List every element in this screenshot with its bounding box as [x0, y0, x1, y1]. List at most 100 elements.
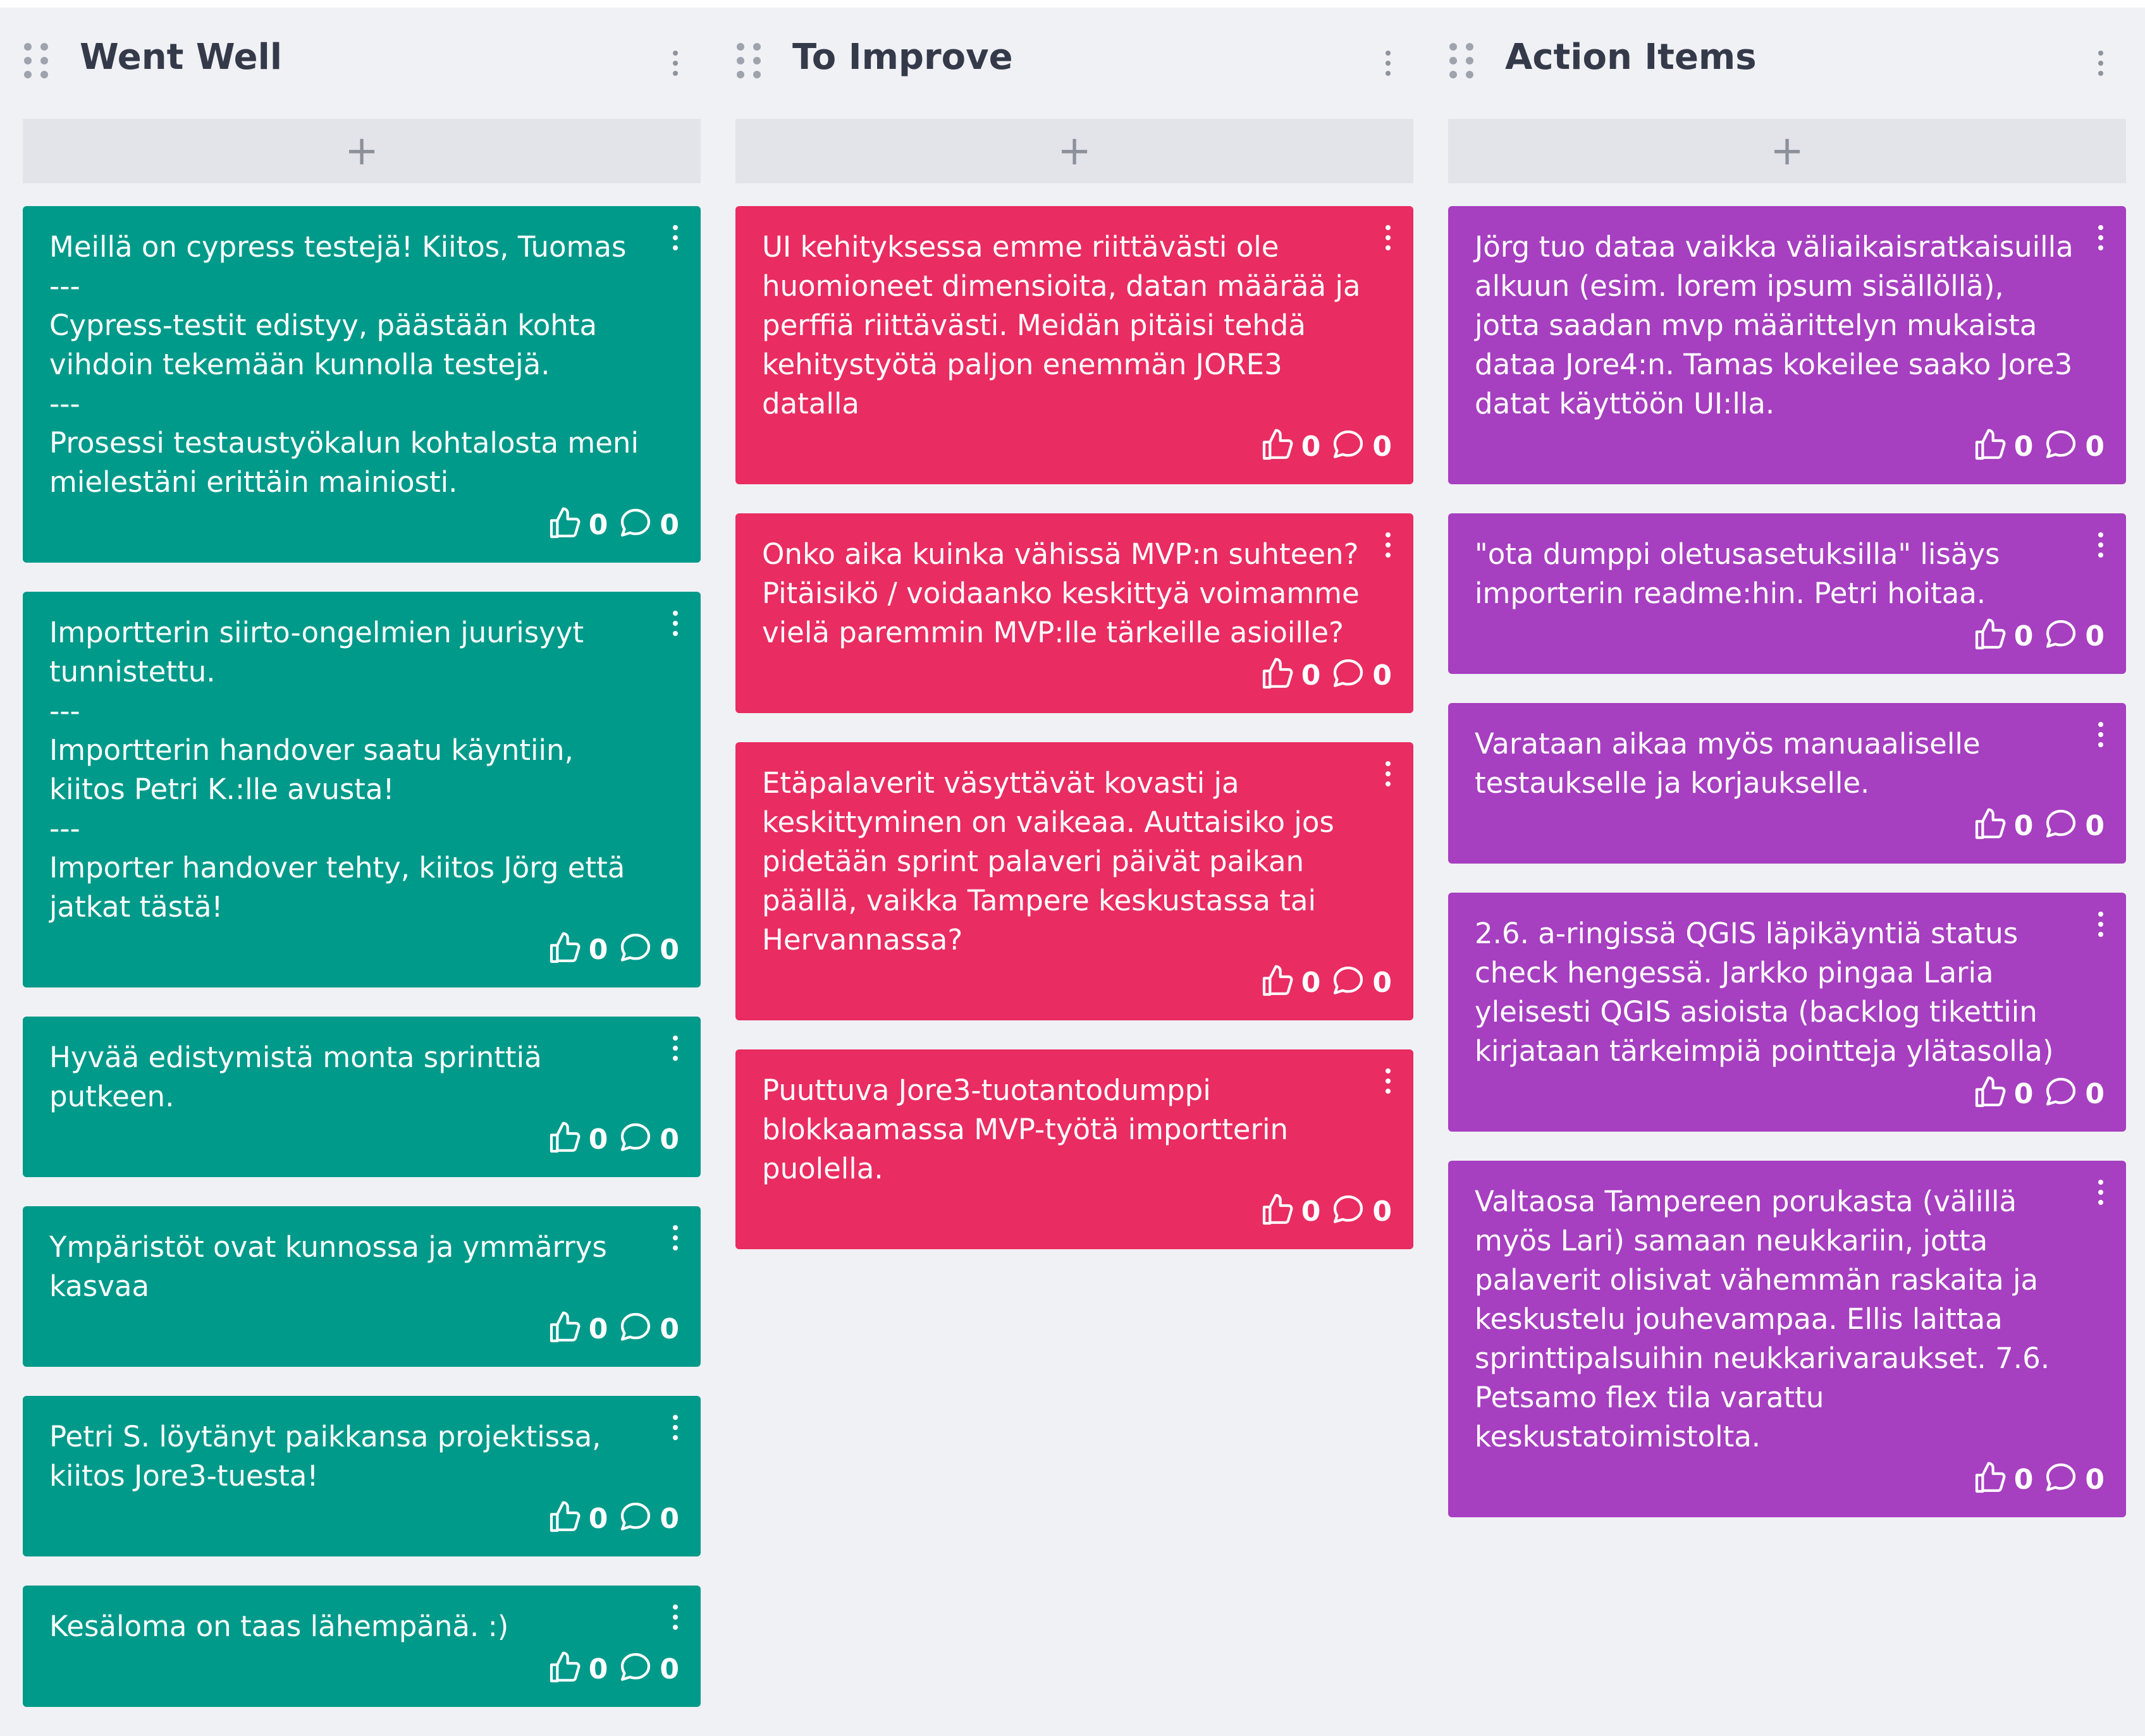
retro-card[interactable]: Kesäloma on taas lähempänä. :) 0 0 — [23, 1586, 701, 1707]
retro-card[interactable]: Onko aika kuinka vähissä MVP:n suhteen? … — [735, 513, 1413, 713]
card-menu-icon[interactable] — [669, 225, 682, 253]
retro-card[interactable]: Ympäristöt ovat kunnossa ja ymmärrys kas… — [23, 1206, 701, 1367]
card-footer: 00 — [762, 1192, 1392, 1230]
like-button[interactable]: 0 — [547, 506, 608, 544]
like-button[interactable]: 0 — [1972, 1460, 2033, 1498]
like-button[interactable]: 0 — [1260, 1192, 1321, 1230]
retro-card[interactable]: Meillä on cypress testejä! Kiitos, Tuoma… — [23, 206, 701, 563]
column-menu-icon[interactable] — [1382, 51, 1394, 78]
card-menu-icon[interactable] — [2094, 532, 2107, 560]
card-footer: 00 — [1475, 1075, 2105, 1113]
retro-card[interactable]: Etäpalaverit väsyttävät kovasti ja keski… — [735, 742, 1413, 1020]
retro-card[interactable]: Valtaosa Tampereen porukasta (välillä my… — [1448, 1161, 2126, 1517]
card-menu-icon[interactable] — [669, 611, 682, 639]
retro-card[interactable]: Petri S. löytänyt paikkansa projektissa,… — [23, 1396, 701, 1556]
comment-button[interactable]: 0 — [618, 931, 679, 969]
drag-handle-icon[interactable] — [737, 43, 765, 78]
drag-handle-icon[interactable] — [24, 43, 52, 78]
add-card-button[interactable]: + — [23, 119, 701, 183]
comment-bubble-icon — [618, 1120, 653, 1158]
retro-card[interactable]: Puuttuva Jore3-tuotantodumppi blokkaamas… — [735, 1049, 1413, 1249]
card-menu-icon[interactable] — [1382, 1068, 1394, 1096]
thumbs-up-icon — [1260, 656, 1295, 694]
column-title: Action Items — [1505, 37, 1757, 78]
card-text: 2.6. a-ringissä QGIS läpikäyntiä status … — [1475, 917, 2054, 1068]
like-button[interactable]: 0 — [547, 1310, 608, 1348]
card-text: Etäpalaverit väsyttävät kovasti ja keski… — [762, 766, 1344, 957]
comment-count: 0 — [660, 1123, 679, 1156]
like-button[interactable]: 0 — [547, 1120, 608, 1158]
comment-count: 0 — [2085, 809, 2105, 842]
card-footer: 00 — [1475, 1460, 2105, 1498]
like-button[interactable]: 0 — [547, 1650, 608, 1688]
card-text: Petri S. löytänyt paikkansa projektissa,… — [49, 1420, 610, 1493]
column-menu-icon[interactable] — [2094, 51, 2107, 78]
like-button[interactable]: 0 — [547, 1500, 608, 1537]
comment-button[interactable]: 0 — [1331, 427, 1392, 465]
comment-count: 0 — [660, 1502, 679, 1535]
card-menu-icon[interactable] — [2094, 912, 2107, 939]
card-menu-icon[interactable] — [2094, 225, 2107, 253]
add-card-button[interactable]: + — [735, 119, 1413, 183]
comment-button[interactable]: 0 — [618, 1120, 679, 1158]
like-button[interactable]: 0 — [1972, 427, 2033, 465]
card-footer: 00 — [49, 1310, 679, 1348]
add-card-button[interactable]: + — [1448, 119, 2126, 183]
thumbs-up-icon — [1972, 1460, 2008, 1498]
card-menu-icon[interactable] — [669, 1415, 682, 1443]
comment-button[interactable]: 0 — [1331, 963, 1392, 1001]
like-count: 0 — [588, 1312, 608, 1345]
card-menu-icon[interactable] — [1382, 761, 1394, 789]
comment-button[interactable]: 0 — [2043, 427, 2105, 465]
card-menu-icon[interactable] — [669, 1036, 682, 1063]
retro-card[interactable]: "ota dumppi oletusasetuksilla" lisäys im… — [1448, 513, 2126, 674]
like-count: 0 — [1301, 1195, 1321, 1228]
comment-button[interactable]: 0 — [618, 1500, 679, 1537]
card-menu-icon[interactable] — [669, 1605, 682, 1632]
like-button[interactable]: 0 — [1260, 427, 1320, 465]
comment-count: 0 — [1372, 1195, 1392, 1228]
card-menu-icon[interactable] — [1382, 225, 1394, 253]
like-button[interactable]: 0 — [1972, 617, 2034, 655]
card-footer: 00 — [1475, 807, 2105, 845]
comment-count: 0 — [2085, 1077, 2105, 1110]
comment-button[interactable]: 0 — [1331, 656, 1392, 694]
card-footer: 00 — [49, 1500, 679, 1537]
comment-button[interactable]: 0 — [2043, 617, 2105, 655]
comment-button[interactable]: 0 — [618, 1650, 679, 1688]
comment-button[interactable]: 0 — [2043, 1075, 2105, 1113]
top-bar — [0, 0, 2145, 8]
retro-card[interactable]: Importterin siirto-ongelmien juurisyyt t… — [23, 592, 701, 987]
card-list: Meillä on cypress testejä! Kiitos, Tuoma… — [23, 206, 701, 1707]
thumbs-up-icon — [1972, 807, 2008, 845]
card-text: "ota dumppi oletusasetuksilla" lisäys im… — [1475, 537, 2009, 610]
card-menu-icon[interactable] — [2094, 722, 2107, 750]
card-text: Kesäloma on taas lähempänä. :) — [49, 1610, 509, 1643]
like-button[interactable]: 0 — [1260, 656, 1320, 694]
drag-handle-icon[interactable] — [1449, 43, 1477, 78]
like-count: 0 — [2013, 620, 2034, 652]
column-went-well: Went Well + Meillä on cypress testejä! Kii… — [23, 8, 701, 1736]
card-footer: 00 — [762, 963, 1392, 1001]
column-menu-icon[interactable] — [669, 51, 682, 78]
like-count: 0 — [588, 508, 608, 541]
like-button[interactable]: 0 — [1972, 1075, 2033, 1113]
retro-card[interactable]: UI kehityksessa emme riittävästi ole huo… — [735, 206, 1413, 484]
comment-button[interactable]: 0 — [618, 506, 679, 544]
like-count: 0 — [588, 1123, 608, 1156]
retro-card[interactable]: Hyvää edistymistä monta sprinttiä putkee… — [23, 1017, 701, 1177]
like-button[interactable]: 0 — [1260, 963, 1320, 1001]
comment-count: 0 — [1372, 659, 1392, 692]
like-button[interactable]: 0 — [1972, 807, 2033, 845]
comment-button[interactable]: 0 — [618, 1310, 679, 1348]
retro-card[interactable]: 2.6. a-ringissä QGIS läpikäyntiä status … — [1448, 893, 2126, 1132]
card-menu-icon[interactable] — [669, 1225, 682, 1253]
comment-button[interactable]: 0 — [1331, 1192, 1392, 1230]
like-button[interactable]: 0 — [547, 931, 608, 969]
retro-card[interactable]: Varataan aikaa myös manuaaliselle testau… — [1448, 703, 2126, 864]
comment-button[interactable]: 0 — [2043, 1460, 2105, 1498]
card-menu-icon[interactable] — [2094, 1180, 2107, 1207]
card-menu-icon[interactable] — [1382, 532, 1394, 560]
comment-button[interactable]: 0 — [2043, 807, 2105, 845]
retro-card[interactable]: Jörg tuo dataa vaikka väliaikaisratkaisu… — [1448, 206, 2126, 484]
